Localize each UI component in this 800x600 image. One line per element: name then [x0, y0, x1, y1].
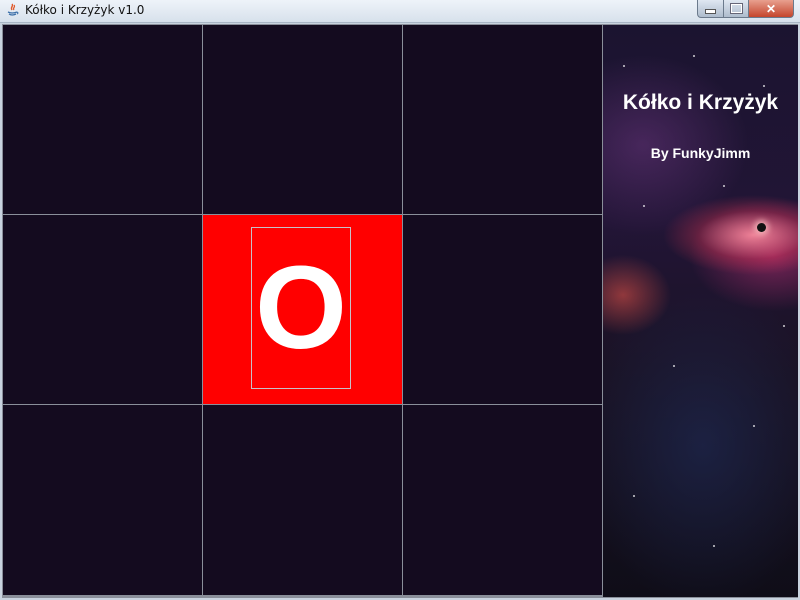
star — [783, 325, 785, 327]
game-content: O Kółko i Krzyżyk By FunkyJimm — [2, 24, 798, 598]
star — [633, 495, 635, 497]
minimize-button[interactable] — [697, 0, 724, 18]
app-window: Kółko i Krzyżyk v1.0 ✕ O Kółko i Krzyżyk… — [0, 0, 800, 600]
star — [643, 205, 645, 207]
game-title: Kółko i Krzyżyk — [622, 91, 779, 114]
star — [723, 185, 725, 187]
board-cell[interactable] — [403, 215, 602, 404]
star — [753, 425, 755, 427]
minimize-icon — [705, 9, 716, 14]
game-board: O — [2, 24, 602, 596]
star — [713, 545, 715, 547]
board-cell[interactable] — [3, 215, 202, 404]
star — [693, 55, 695, 57]
author-credit: By FunkyJimm — [650, 145, 751, 161]
board-cell[interactable]: O — [203, 215, 402, 404]
focus-outline: O — [251, 227, 351, 389]
maximize-button[interactable] — [724, 0, 749, 18]
star — [763, 85, 765, 87]
window-title: Kółko i Krzyżyk v1.0 — [25, 3, 145, 17]
board-cell[interactable] — [403, 25, 602, 214]
board-cell[interactable] — [3, 405, 202, 595]
star — [623, 65, 625, 67]
cell-mark: O — [255, 242, 347, 374]
sidebar-panel: Kółko i Krzyżyk By FunkyJimm — [603, 25, 798, 597]
close-icon: ✕ — [765, 1, 777, 16]
board-cell[interactable] — [203, 405, 402, 595]
title-bar[interactable]: Kółko i Krzyżyk v1.0 ✕ — [0, 0, 800, 23]
maximize-icon — [730, 4, 742, 13]
board-cell[interactable] — [203, 25, 402, 214]
black-hole — [757, 223, 766, 232]
java-app-icon — [7, 3, 19, 16]
board-cell[interactable] — [3, 25, 202, 214]
window-controls: ✕ — [697, 0, 794, 18]
star — [673, 365, 675, 367]
close-button[interactable]: ✕ — [749, 0, 794, 18]
board-cell[interactable] — [403, 405, 602, 595]
